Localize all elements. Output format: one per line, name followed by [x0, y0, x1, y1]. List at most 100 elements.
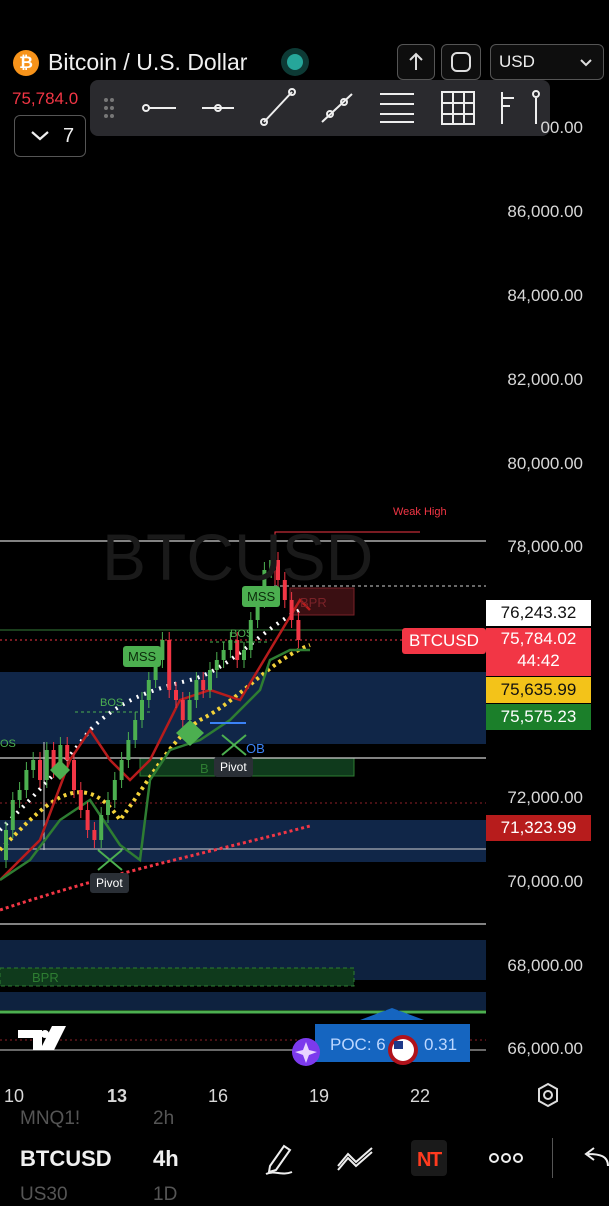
bos-label: BOS — [100, 697, 124, 709]
candle-body — [194, 680, 199, 700]
tradingview-logo — [18, 1026, 66, 1050]
pivot-label: Pivot — [90, 873, 129, 893]
price-tag-current: 75,784.02 44:42 — [486, 628, 591, 676]
horizontal-ray-icon — [142, 104, 176, 112]
symbol-price-tag: BTCUSD — [402, 628, 486, 654]
header-price: 75,784.0 — [12, 89, 79, 108]
candle-body — [180, 700, 185, 720]
candle-body — [296, 620, 301, 640]
candle-body — [235, 640, 240, 660]
price-tag-yellow: 75,635.99 — [486, 677, 591, 703]
indicators-toggle-button[interactable]: 7 — [14, 115, 86, 157]
ghost-interval-below[interactable]: 1D — [153, 1184, 177, 1206]
candle-body — [4, 830, 8, 860]
candle-body — [242, 650, 246, 660]
price-axis-label: 72,000.00 — [507, 788, 583, 807]
time-axis-label: 19 — [309, 1086, 330, 1106]
chart-settings-icon[interactable] — [535, 1082, 561, 1108]
candle-body — [72, 760, 76, 790]
demand-zone-middle — [0, 820, 486, 862]
price-axis-label: 66,000.00 — [507, 1039, 583, 1058]
indicator-count: 7 — [63, 125, 75, 147]
ghost-interval-above[interactable]: 2h — [153, 1108, 174, 1130]
candle-body — [174, 690, 178, 700]
drag-handle-icon — [104, 98, 114, 118]
svg-text:0.31: 0.31 — [424, 1035, 457, 1054]
mss-label: MSS — [242, 586, 281, 607]
drawing-pencil-icon[interactable] — [262, 1140, 296, 1176]
candle-body — [92, 830, 97, 840]
auto-scale-button[interactable] — [441, 44, 481, 80]
candle-body — [289, 600, 294, 620]
candle-body — [10, 800, 15, 830]
candle-body — [38, 760, 42, 780]
bos-label-partial: OS — [0, 738, 16, 750]
time-axis-label: 22 — [410, 1086, 431, 1106]
price-tag-high: 76,243.32 — [486, 600, 591, 626]
currency-select[interactable]: USD — [490, 44, 604, 80]
symbol-watermark: BTCUSD — [102, 520, 373, 594]
time-axis-label: 16 — [208, 1086, 229, 1106]
candle-body — [201, 680, 206, 690]
bpr-label-upper: BPR — [300, 595, 327, 610]
symbol-selector[interactable]: BTCUSD — [20, 1146, 112, 1172]
candle-countdown: 44:42 — [517, 651, 560, 670]
back-arrow-icon[interactable] — [580, 1146, 609, 1170]
interval-selector[interactable]: 4h — [153, 1146, 179, 1172]
bitcoin-icon: ₿ — [13, 50, 39, 76]
current-price-value: 75,784.02 — [500, 629, 577, 648]
price-tag-red-ma: 71,323.99 — [486, 815, 591, 841]
price-axis-label: 68,000.00 — [507, 956, 583, 975]
more-options-icon[interactable] — [488, 1150, 524, 1166]
candle-body — [119, 760, 124, 780]
indicators-icon[interactable] — [336, 1144, 376, 1172]
grid-icon — [441, 91, 475, 125]
trend-line-icon — [260, 88, 296, 126]
candle-body — [146, 680, 151, 700]
candle-body — [99, 815, 104, 840]
time-axis-label: 13 — [107, 1086, 128, 1106]
parallel-channel-icon — [321, 93, 353, 123]
bpr-label-lower: BPR — [32, 970, 59, 985]
zone-lower-2 — [0, 992, 486, 1010]
price-axis-label: 70,000.00 — [507, 872, 583, 891]
fib-retracement-icon — [380, 93, 414, 123]
mss-label: MSS — [123, 646, 162, 667]
candle-body — [24, 770, 29, 790]
divider — [552, 1138, 553, 1178]
pivot-label: Pivot — [214, 757, 253, 777]
bos-label: BOS — [230, 628, 254, 640]
candle-body — [208, 670, 212, 690]
price-tag-green: 75,575.23 — [486, 704, 591, 730]
chevron-down-icon — [31, 131, 49, 141]
price-axis-label-top: 00.00 — [540, 118, 583, 137]
drawing-toolbar — [90, 80, 550, 136]
price-axis-label: 82,000.00 — [507, 370, 583, 389]
candle-body — [221, 650, 226, 660]
ghost-symbol-above[interactable]: MNQ1! — [20, 1108, 80, 1130]
candle-body — [214, 660, 219, 670]
candle-body — [140, 700, 144, 720]
candle-body — [126, 740, 131, 760]
news-app-icon[interactable]: NT — [411, 1140, 447, 1176]
svg-text:T: T — [430, 1149, 442, 1171]
candle-body — [31, 760, 36, 770]
price-axis-label: 86,000.00 — [507, 202, 583, 221]
symbol-title[interactable]: Bitcoin / U.S. Dollar — [48, 49, 247, 76]
candle-body — [106, 800, 110, 815]
candle-body — [85, 810, 90, 830]
scroll-up-button[interactable] — [397, 44, 435, 80]
ghost-symbol-below[interactable]: US30 — [20, 1184, 68, 1206]
candle-body — [112, 780, 117, 800]
weak-high-label: Weak High — [393, 506, 447, 518]
candle-body — [133, 720, 138, 740]
price-axis-label: 80,000.00 — [507, 454, 583, 473]
currency-value: USD — [499, 52, 535, 71]
candle-body — [167, 640, 172, 690]
price-axis-label: 84,000.00 — [507, 286, 583, 305]
poc-label: POC: 6 — [330, 1035, 386, 1054]
candle-body — [187, 700, 192, 720]
price-axis-label: 78,000.00 — [507, 537, 583, 556]
candle-body — [78, 790, 83, 810]
candle-body — [17, 790, 22, 800]
